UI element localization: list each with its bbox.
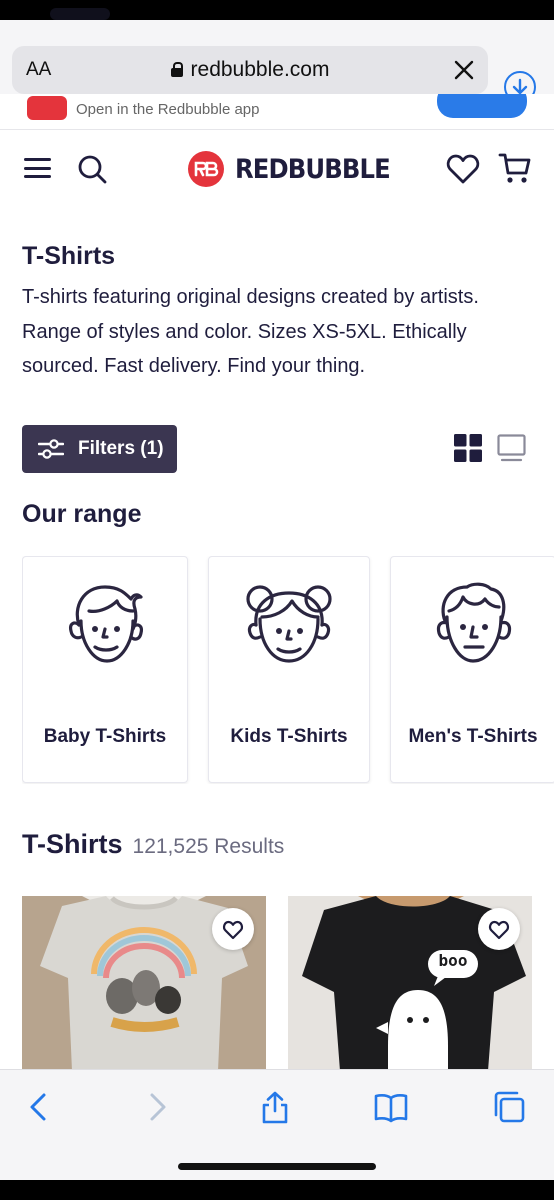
results-heading: T-Shirts 121,525 Results (22, 829, 284, 860)
page-title: T-Shirts (22, 242, 116, 270)
baby-face-icon (69, 585, 143, 663)
hamburger-menu-icon[interactable] (24, 158, 51, 178)
redbubble-logo[interactable]: REDBUBBLE (188, 149, 407, 189)
share-icon[interactable] (258, 1090, 292, 1124)
wishlist-heart-icon[interactable] (446, 153, 480, 185)
range-card-baby[interactable]: Baby T-Shirts (22, 556, 188, 783)
kid-face-icon (246, 585, 332, 663)
search-icon[interactable] (76, 153, 108, 185)
logo-mark-icon (188, 151, 224, 187)
range-card-label: Kids T-Shirts (230, 726, 348, 747)
filters-label: Filters (1) (78, 438, 164, 459)
page-description: T-shirts featuring original designs crea… (22, 286, 479, 377)
sliders-icon (38, 439, 64, 459)
speech-bubble-text: boo (438, 951, 468, 970)
favorite-button[interactable] (478, 908, 520, 950)
status-pill (50, 8, 110, 20)
product-card[interactable]: boo (288, 896, 532, 1071)
range-card-label: Baby T-Shirts (43, 726, 167, 747)
banner-text: Open in the Redbubble app (76, 101, 260, 118)
results-title: T-Shirts (22, 829, 123, 859)
range-card-label: Men's T-Shirts (408, 726, 538, 747)
url-display[interactable]: redbubble.com (12, 58, 488, 82)
heart-icon (488, 920, 510, 940)
favorite-button[interactable] (212, 908, 254, 950)
cart-icon[interactable] (498, 151, 532, 185)
open-app-button[interactable] (437, 94, 527, 118)
forward-chevron-icon[interactable] (140, 1090, 174, 1124)
range-carousel[interactable]: Baby T-Shirts Kids T-Shirts Men's T-Shir… (22, 556, 554, 784)
close-icon[interactable] (452, 58, 476, 82)
home-indicator[interactable] (178, 1163, 376, 1170)
range-card-men[interactable]: Men's T-Shirts (390, 556, 554, 783)
url-text: redbubble.com (190, 58, 330, 81)
app-icon (27, 96, 67, 120)
our-range-heading: Our range (22, 500, 142, 528)
range-card-kids[interactable]: Kids T-Shirts (208, 556, 370, 783)
status-bar (0, 0, 554, 20)
filters-button[interactable]: Filters (1) (22, 425, 177, 473)
bookmarks-icon[interactable] (374, 1090, 408, 1124)
back-chevron-icon[interactable] (22, 1090, 56, 1124)
tabs-icon[interactable] (492, 1090, 526, 1124)
lock-icon (170, 62, 183, 77)
product-card[interactable] (22, 896, 266, 1071)
address-bar[interactable]: AA redbubble.com (12, 46, 488, 94)
single-view-icon[interactable] (497, 434, 526, 462)
site-header: REDBUBBLE (0, 131, 554, 209)
bottom-edge (0, 1180, 554, 1200)
heart-icon (222, 920, 244, 940)
man-face-icon (436, 582, 512, 663)
results-count: 121,525 Results (132, 835, 285, 858)
grid-view-icon[interactable] (454, 434, 482, 462)
open-in-app-banner[interactable]: Open in the Redbubble app (0, 94, 554, 130)
logo-text: REDBUBBLE (235, 153, 391, 185)
